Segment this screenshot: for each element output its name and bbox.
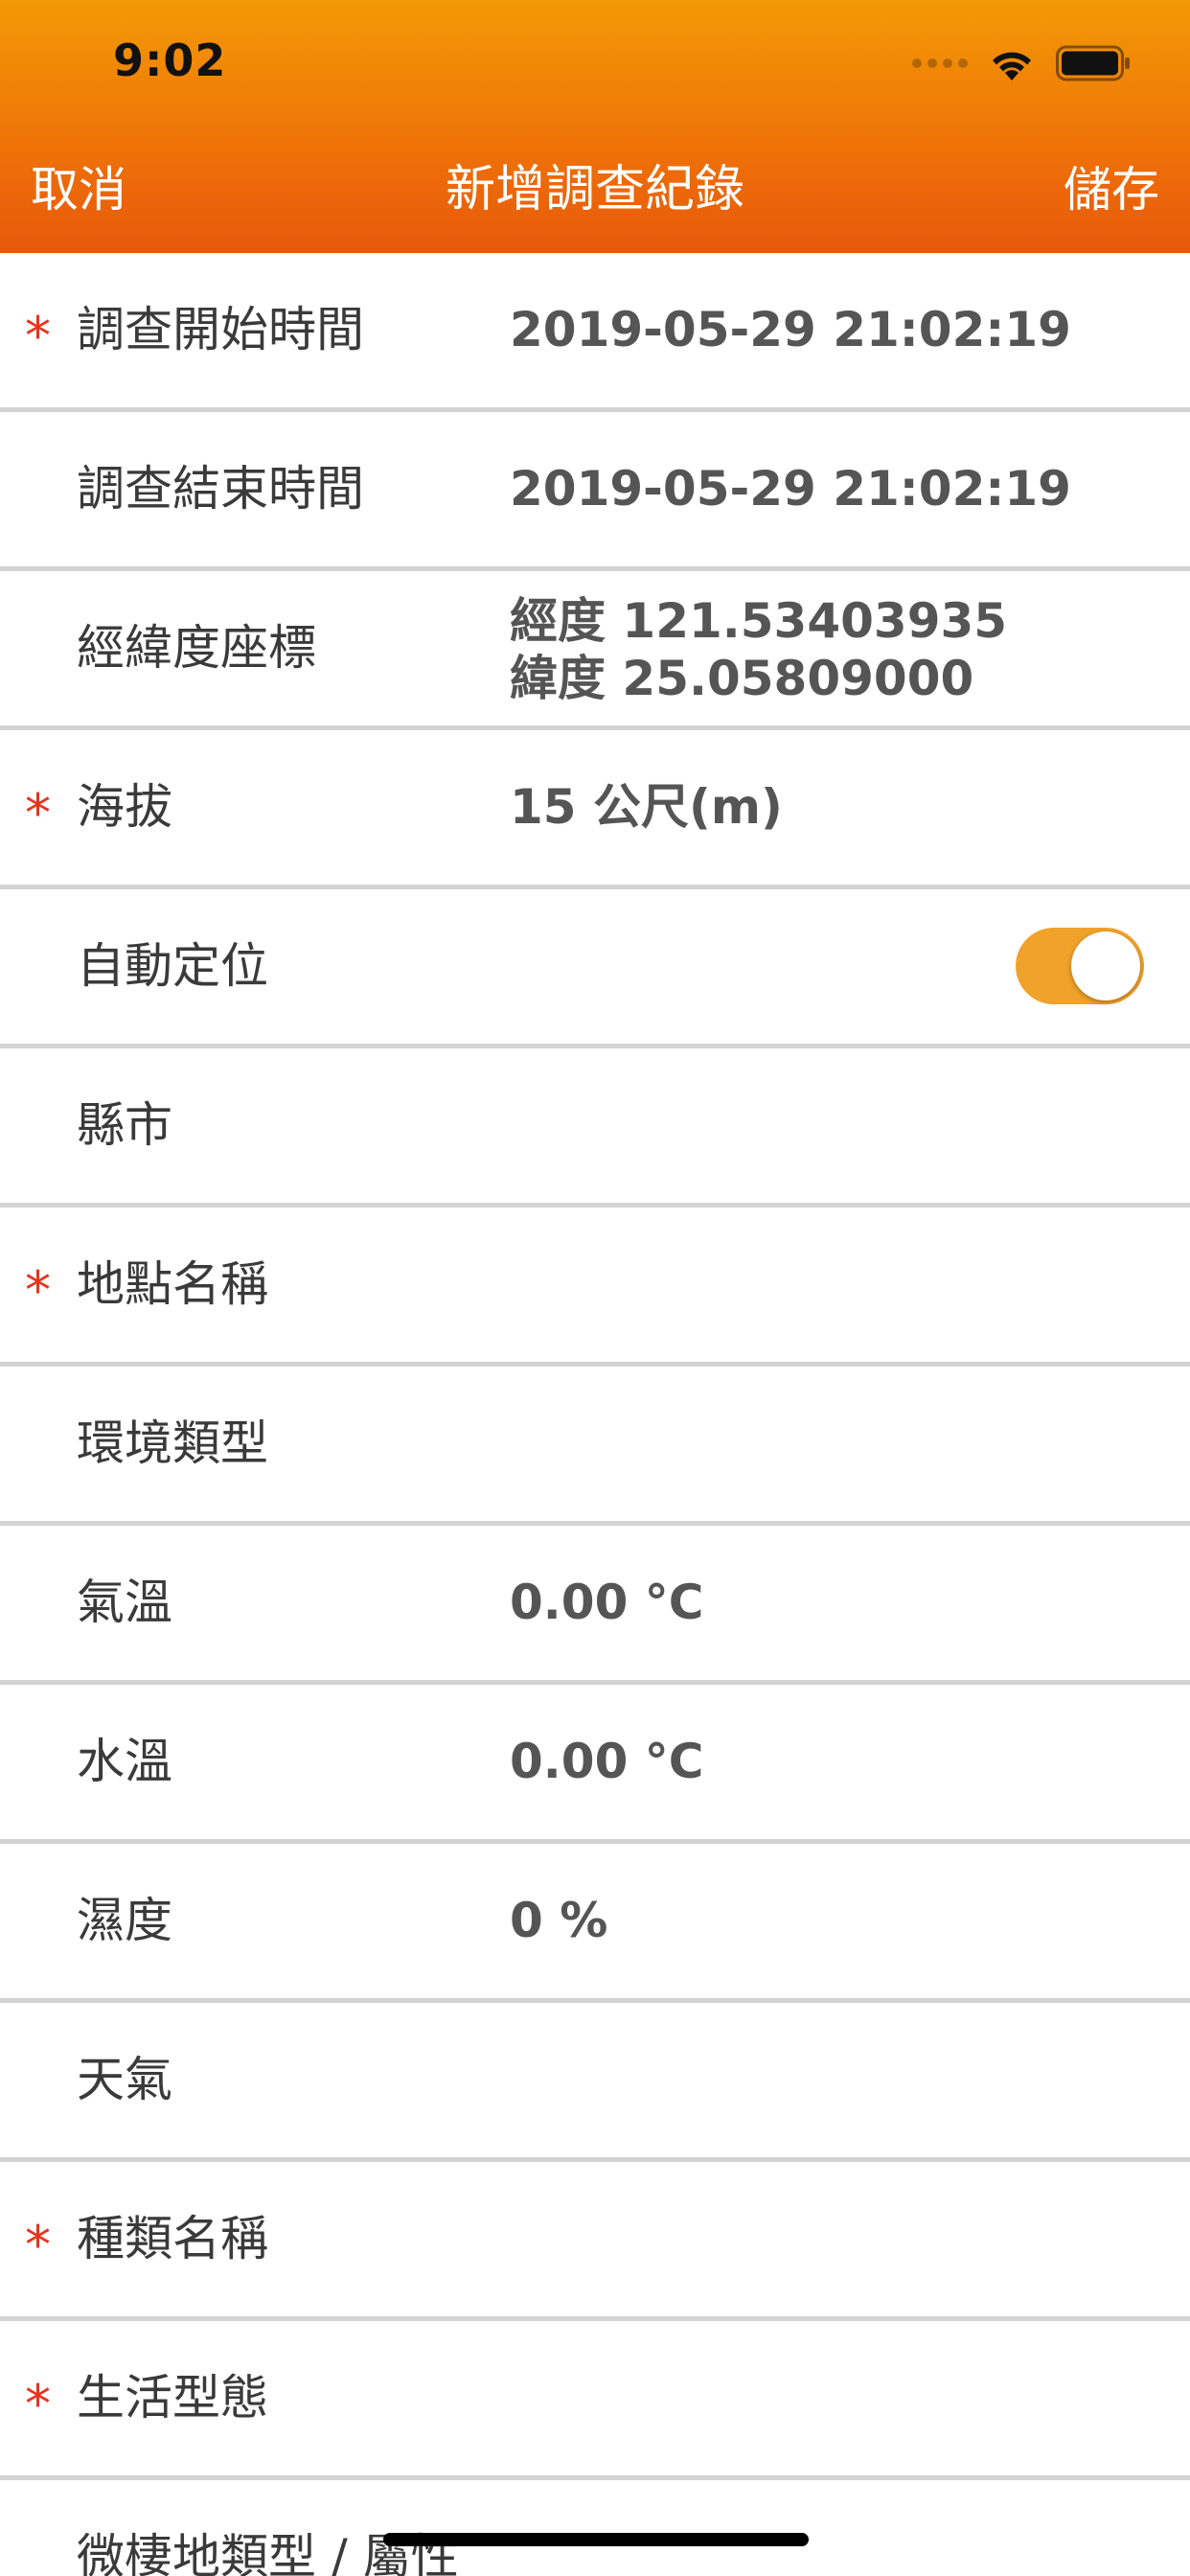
page-title: 新增調查紀錄 xyxy=(445,161,744,218)
row-humidity[interactable]: 濕度 0 % xyxy=(0,1844,1190,2003)
row-label: 海拔 xyxy=(77,779,172,835)
row-label: 自動定位 xyxy=(77,938,268,994)
row-altitude[interactable]: * 海拔 15 公尺(m) xyxy=(0,730,1190,889)
required-mark: * xyxy=(25,306,51,366)
row-label: 種類名稱 xyxy=(77,2211,268,2266)
end-time-value: 2019-05-29 21:02:19 xyxy=(510,461,1071,517)
required-mark: * xyxy=(25,2215,51,2275)
auto-locate-toggle[interactable] xyxy=(1016,928,1144,1004)
row-label: 調查開始時間 xyxy=(77,302,364,357)
row-label: 調查結束時間 xyxy=(77,461,364,517)
status-time: 9:02 xyxy=(113,34,227,86)
coordinates-value: 經度 121.53403935 緯度 25.05809000 xyxy=(510,592,1007,707)
row-label: 生活型態 xyxy=(77,2370,268,2426)
row-label: 微棲地類型 / 屬性 xyxy=(77,2529,459,2576)
wifi-icon xyxy=(993,52,1031,80)
status-icons xyxy=(912,44,1131,82)
row-label: 縣市 xyxy=(77,1097,172,1153)
toggle-knob xyxy=(1071,932,1140,1000)
row-label: 環境類型 xyxy=(77,1415,268,1471)
row-start-time[interactable]: * 調查開始時間 2019-05-29 21:02:19 xyxy=(0,253,1190,412)
row-label: 濕度 xyxy=(77,1893,172,1948)
row-coordinates[interactable]: 經緯度座標 經度 121.53403935 緯度 25.05809000 xyxy=(0,571,1190,730)
row-microhabitat[interactable]: 微棲地類型 / 屬性 xyxy=(0,2480,1190,2576)
row-water-temp[interactable]: 水溫 0.00 °C xyxy=(0,1685,1190,1844)
row-end-time[interactable]: 調查結束時間 2019-05-29 21:02:19 xyxy=(0,412,1190,571)
form-list: * 調查開始時間 2019-05-29 21:02:19 調查結束時間 2019… xyxy=(0,253,1190,2576)
home-indicator xyxy=(383,2533,809,2546)
longitude-value: 經度 121.53403935 xyxy=(510,593,1008,649)
row-label: 天氣 xyxy=(77,2052,172,2107)
row-environment[interactable]: 環境類型 xyxy=(0,1367,1190,1526)
required-mark: * xyxy=(25,2374,51,2434)
row-air-temp[interactable]: 氣溫 0.00 °C xyxy=(0,1526,1190,1685)
humidity-value: 0 % xyxy=(510,1893,608,1948)
row-label: 地點名稱 xyxy=(77,1256,268,1312)
start-time-value: 2019-05-29 21:02:19 xyxy=(510,302,1071,357)
row-county[interactable]: 縣市 xyxy=(0,1048,1190,1208)
row-label: 水溫 xyxy=(77,1734,172,1789)
row-species[interactable]: * 種類名稱 xyxy=(0,2162,1190,2321)
water-temp-value: 0.00 °C xyxy=(510,1734,704,1789)
altitude-value: 15 公尺(m) xyxy=(510,779,783,835)
row-place-name[interactable]: * 地點名稱 xyxy=(0,1208,1190,1367)
row-label: 氣溫 xyxy=(77,1575,172,1630)
air-temp-value: 0.00 °C xyxy=(510,1575,704,1630)
cellular-signal-icon xyxy=(912,58,968,68)
header-bar: 9:02 取消 新增調查紀錄 儲存 xyxy=(0,0,1190,253)
row-life-form[interactable]: * 生活型態 xyxy=(0,2321,1190,2480)
screen: 9:02 取消 新增調查紀錄 儲存 * 調查開始時間 2019-05-29 21… xyxy=(0,0,1190,2576)
save-button[interactable]: 儲存 xyxy=(1064,159,1159,220)
row-weather[interactable]: 天氣 xyxy=(0,2003,1190,2162)
required-mark: * xyxy=(25,1260,51,1321)
battery-icon xyxy=(1056,45,1130,81)
latitude-value: 緯度 25.05809000 xyxy=(510,651,974,706)
required-mark: * xyxy=(25,783,51,843)
row-auto-locate: 自動定位 xyxy=(0,889,1190,1048)
row-label: 經緯度座標 xyxy=(77,620,316,676)
